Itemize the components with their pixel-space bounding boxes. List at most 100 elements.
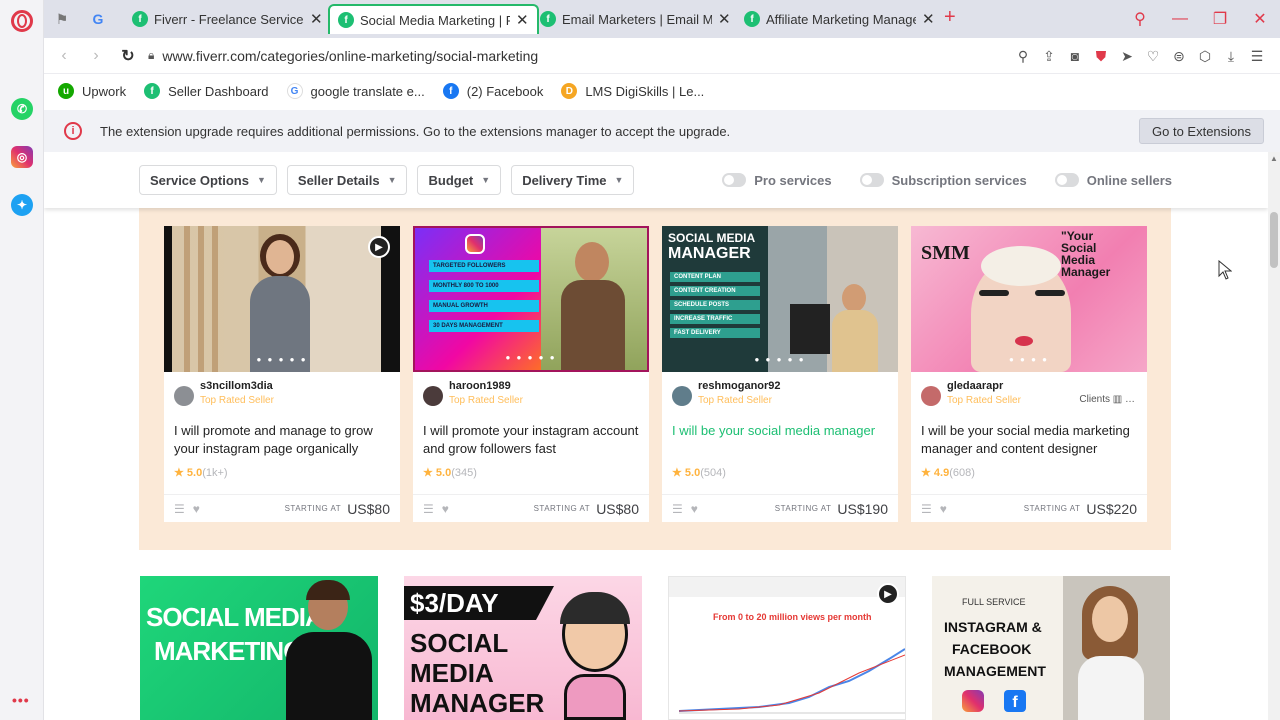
more-icon[interactable]: ••• bbox=[12, 692, 30, 708]
google-icon[interactable]: G bbox=[80, 0, 116, 38]
wallet-icon[interactable]: ⊜ bbox=[1166, 48, 1192, 65]
gig-thumbnail[interactable]: SMM "Your Social Media Manager ● ● ● ● bbox=[911, 226, 1147, 372]
settings-icon[interactable]: ☰ bbox=[1244, 48, 1270, 65]
bookmark-google-translate[interactable]: Ggoogle translate e... bbox=[286, 83, 425, 99]
seller-name[interactable]: haroon1989 bbox=[449, 380, 523, 392]
notification-text: The extension upgrade requires additiona… bbox=[100, 123, 731, 139]
menu-icon[interactable]: ☰ bbox=[423, 502, 434, 516]
gig-title[interactable]: I will promote and manage to grow your i… bbox=[174, 422, 390, 458]
toggle-switch[interactable] bbox=[859, 173, 884, 187]
filter-seller-details[interactable]: Seller Details ▼ bbox=[286, 165, 408, 195]
filter-delivery-time[interactable]: Delivery Time ▼ bbox=[511, 165, 635, 195]
opera-logo-icon[interactable] bbox=[11, 10, 33, 32]
gig-card[interactable]: ▶ ● ● ● ● ● s3ncillom3dia Top Rated Selle… bbox=[164, 226, 400, 522]
minimize-icon[interactable]: — bbox=[1160, 10, 1200, 28]
avatar[interactable] bbox=[423, 386, 443, 406]
toggle-switch[interactable] bbox=[722, 173, 747, 187]
gig-price: US$80 bbox=[347, 500, 390, 517]
close-tab-icon[interactable]: ✕ bbox=[922, 10, 935, 28]
gig-thumbnail[interactable]: SOCIAL MEDIA MANAGER CONTENT PLAN CONTEN… bbox=[662, 226, 898, 372]
send-icon[interactable]: ➤ bbox=[1114, 48, 1140, 65]
url-field[interactable]: www.fiverr.com/categories/online-marketi… bbox=[162, 48, 538, 64]
share-icon[interactable]: ⇪ bbox=[1036, 48, 1062, 65]
restore-icon[interactable]: ❐ bbox=[1200, 9, 1240, 29]
toggle-online-sellers[interactable]: Online sellers bbox=[1054, 173, 1172, 188]
close-tab-icon[interactable]: ✕ bbox=[718, 10, 731, 28]
avatar[interactable] bbox=[672, 386, 692, 406]
gig-thumbnail[interactable]: ▶ ● ● ● ● ● bbox=[164, 226, 400, 372]
video-play-icon[interactable]: ▶ bbox=[368, 236, 390, 258]
menu-icon[interactable]: ☰ bbox=[672, 502, 683, 516]
tab-email-marketers[interactable]: f Email Marketers | Email Marketing ✕ bbox=[532, 4, 739, 34]
bookmark-upwork[interactable]: u Upwork bbox=[58, 83, 126, 99]
bookmark-lms-digiskills[interactable]: D LMS DigiSkills | Le... bbox=[561, 83, 704, 99]
scroll-up-icon[interactable]: ▲ bbox=[1270, 154, 1278, 163]
seller-name[interactable]: s3ncillom3dia bbox=[200, 380, 274, 392]
camera-icon[interactable]: ◙ bbox=[1062, 48, 1088, 64]
video-play-icon[interactable]: ▶ bbox=[877, 583, 899, 605]
tab-affiliate-marketing[interactable]: f Affiliate Marketing Managers ✕ bbox=[736, 4, 943, 34]
whatsapp-icon[interactable]: ✆ bbox=[11, 98, 33, 120]
cube-icon[interactable]: ⬡ bbox=[1192, 48, 1218, 65]
filter-budget[interactable]: Budget ▼ bbox=[417, 165, 502, 195]
heart-icon[interactable]: ♥ bbox=[691, 502, 698, 516]
adblock-shield-icon[interactable]: ⛊ bbox=[1088, 48, 1114, 65]
avatar[interactable] bbox=[921, 386, 941, 406]
gig-title[interactable]: I will be your social media marketing ma… bbox=[921, 422, 1137, 458]
forward-icon[interactable]: › bbox=[80, 47, 112, 65]
clients-label[interactable]: Clients ▥ … bbox=[1079, 394, 1135, 405]
reload-icon[interactable]: ↻ bbox=[112, 46, 144, 66]
carousel-dots: ● ● ● ● ● bbox=[754, 355, 806, 364]
bookmark-facebook[interactable]: f (2) Facebook bbox=[442, 83, 543, 99]
menu-icon[interactable]: ☰ bbox=[921, 502, 932, 516]
gig-thumbnail[interactable]: $3/DAY SOCIAL MEDIA MANAGER bbox=[404, 576, 642, 720]
download-icon[interactable]: ⤓ bbox=[1218, 48, 1244, 65]
more-icon: … bbox=[1125, 394, 1135, 405]
carousel-dots: ● ● ● ● ● bbox=[256, 355, 308, 364]
heart-icon[interactable]: ♥ bbox=[442, 502, 449, 516]
search-tabs-icon[interactable]: ⚲ bbox=[1120, 9, 1160, 29]
gig-thumbnail[interactable]: TARGETED FOLLOWERS MONTHLY 800 TO 1000 M… bbox=[413, 226, 649, 372]
gig-card[interactable]: TARGETED FOLLOWERS MONTHLY 800 TO 1000 M… bbox=[413, 226, 649, 522]
gig-rating: ★ 5.0(345) bbox=[423, 467, 477, 479]
heart-icon[interactable]: ♥ bbox=[940, 502, 947, 516]
twitter-icon[interactable]: ✦ bbox=[11, 194, 33, 216]
workspace-icon[interactable]: ⚑ bbox=[44, 0, 80, 38]
close-window-icon[interactable]: ✕ bbox=[1240, 9, 1280, 29]
heart-icon[interactable]: ♥ bbox=[193, 502, 200, 516]
toggle-subscription-services[interactable]: Subscription services bbox=[859, 173, 1027, 188]
filter-service-options[interactable]: Service Options ▼ bbox=[139, 165, 277, 195]
seller-name[interactable]: reshmoganor92 bbox=[698, 380, 781, 392]
gig-title[interactable]: I will be your social media manager bbox=[672, 422, 888, 440]
seller-name[interactable]: gledaarapr bbox=[947, 380, 1021, 392]
gig-thumbnail[interactable]: SOCIAL MEDIA MARKETING bbox=[140, 576, 378, 720]
page-scrollbar[interactable]: ▲ bbox=[1268, 152, 1280, 720]
filter-bar: Service Options ▼ Seller Details ▼ Budget ▼… bbox=[44, 152, 1268, 208]
zoom-icon[interactable]: ⚲ bbox=[1010, 48, 1036, 65]
tab-social-media-marketing[interactable]: f Social Media Marketing | Fiverr ✕ bbox=[328, 4, 539, 34]
menu-icon[interactable]: ☰ bbox=[174, 502, 185, 516]
gig-price: US$80 bbox=[596, 500, 639, 517]
gig-thumbnail[interactable]: ▶ From 0 to 20 million views per month bbox=[668, 576, 906, 720]
gig-thumbnail[interactable]: FULL SERVICE INSTAGRAM & FACEBOOK MANAGE… bbox=[932, 576, 1170, 720]
heart-icon[interactable]: ♡ bbox=[1140, 48, 1166, 65]
gig-title[interactable]: I will promote your instagram account an… bbox=[423, 422, 639, 458]
toggle-switch[interactable] bbox=[1054, 173, 1079, 187]
seller-level: Top Rated Seller bbox=[947, 395, 1021, 406]
toggle-pro-services[interactable]: Pro services bbox=[722, 173, 832, 188]
gig-card[interactable]: SOCIAL MEDIA MANAGER CONTENT PLAN CONTEN… bbox=[662, 226, 898, 522]
instagram-icon[interactable]: ◎ bbox=[11, 146, 33, 168]
lock-icon[interactable]: 🔒︎ bbox=[148, 48, 154, 63]
tab-fiverr[interactable]: f Fiverr - Freelance Services ✕ bbox=[124, 4, 331, 34]
new-tab-icon[interactable]: + bbox=[944, 6, 956, 29]
scrollbar-thumb[interactable] bbox=[1270, 212, 1278, 268]
gig-grid-row: SOCIAL MEDIA MARKETING $3/DAY SOCIAL MED… bbox=[140, 576, 1196, 720]
back-icon[interactable]: ‹ bbox=[48, 47, 80, 65]
avatar[interactable] bbox=[174, 386, 194, 406]
close-tab-icon[interactable]: ✕ bbox=[516, 11, 529, 29]
gig-card[interactable]: SMM "Your Social Media Manager ● ● ● ● g… bbox=[911, 226, 1147, 522]
go-to-extensions-button[interactable]: Go to Extensions bbox=[1139, 118, 1264, 144]
bookmark-seller-dashboard[interactable]: f Seller Dashboard bbox=[144, 83, 269, 99]
tab-bar: ⚑ G f Fiverr - Freelance Services ✕ f So… bbox=[44, 0, 1280, 38]
close-tab-icon[interactable]: ✕ bbox=[310, 10, 323, 28]
